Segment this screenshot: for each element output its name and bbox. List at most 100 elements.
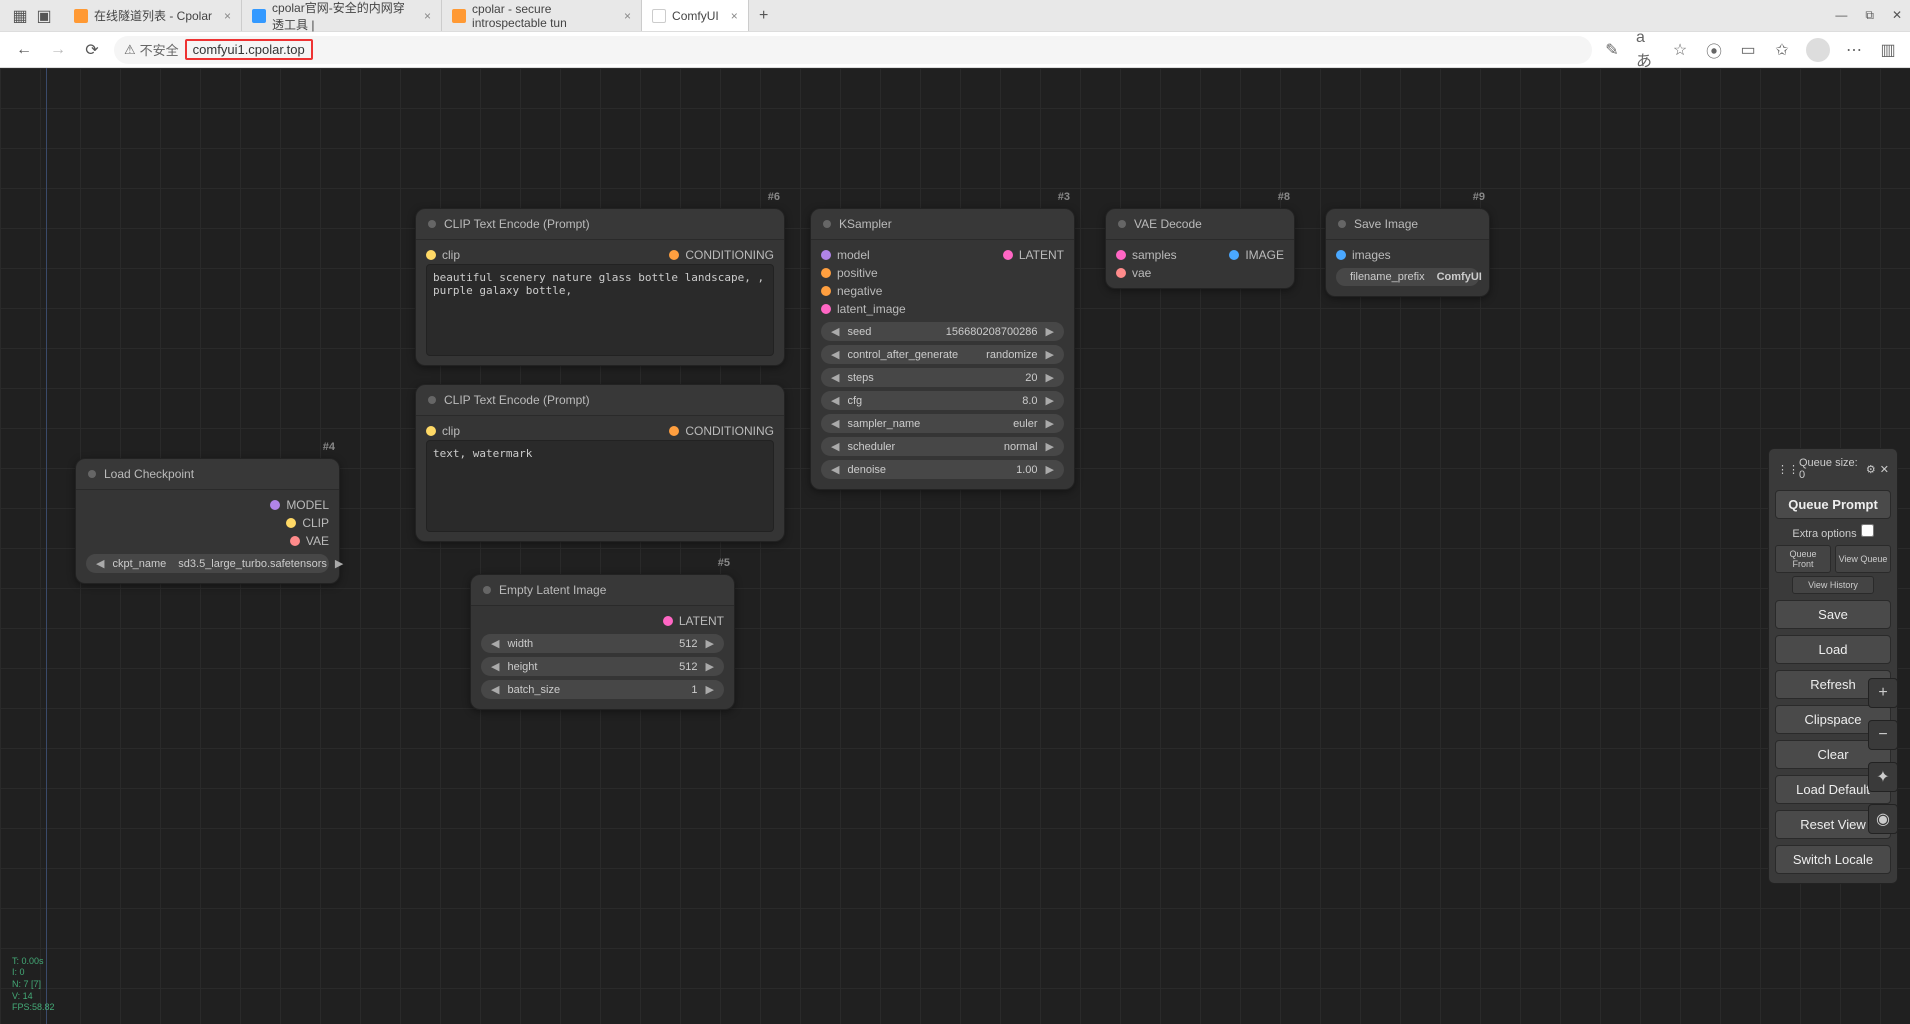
prompt-textarea[interactable] bbox=[426, 264, 774, 356]
eye-icon[interactable]: ◉ bbox=[1868, 804, 1898, 834]
queue-front-button[interactable]: Queue Front bbox=[1775, 545, 1831, 573]
node-vae-decode[interactable]: #8 VAE Decode samplesIMAGE vae bbox=[1105, 208, 1295, 289]
node-id: #9 bbox=[1473, 191, 1485, 203]
node-clip-negative[interactable]: CLIP Text Encode (Prompt) clip CONDITIONI… bbox=[415, 384, 785, 542]
tab-0[interactable]: 在线隧道列表 - Cpolar × bbox=[64, 0, 242, 31]
close-panel-icon[interactable]: ✕ bbox=[1880, 463, 1889, 476]
switch-locale-button[interactable]: Switch Locale bbox=[1775, 845, 1891, 874]
sidebar-toggle-icon[interactable]: ▣ bbox=[32, 4, 56, 28]
app-menu-icon[interactable]: ▦ bbox=[8, 4, 32, 28]
url-input[interactable]: ⚠ 不安全 comfyui1.cpolar.top bbox=[114, 36, 1592, 64]
node-title: CLIP Text Encode (Prompt) bbox=[444, 393, 590, 407]
close-window-icon[interactable]: ✕ bbox=[1892, 8, 1902, 23]
gear-icon[interactable]: ⚙ bbox=[1866, 463, 1876, 476]
tab-3[interactable]: ComfyUI× bbox=[642, 0, 749, 31]
load-button[interactable]: Load bbox=[1775, 635, 1891, 664]
back-icon[interactable]: ← bbox=[12, 38, 36, 62]
port-clip-in[interactable]: clip bbox=[426, 424, 460, 438]
node-clip-positive[interactable]: #6 CLIP Text Encode (Prompt) clipCONDITI… bbox=[415, 208, 785, 366]
widget-denoise[interactable]: ◀denoise1.00▶ bbox=[821, 460, 1064, 479]
port-images-in[interactable]: images bbox=[1336, 248, 1391, 262]
port-vae[interactable]: VAE bbox=[290, 534, 329, 548]
queue-size-label: Queue size: 0 bbox=[1799, 457, 1866, 481]
node-title: Load Checkpoint bbox=[104, 467, 194, 481]
node-ksampler[interactable]: #3 KSampler modelLATENT positive negativ… bbox=[810, 208, 1075, 490]
edit-icon[interactable]: ✎ bbox=[1602, 40, 1622, 60]
port-conditioning-out[interactable]: CONDITIONING bbox=[669, 424, 774, 438]
extra-options-checkbox[interactable] bbox=[1861, 524, 1874, 537]
browser-titlebar: ▦ ▣ 在线隧道列表 - Cpolar × cpolar官网-安全的内网穿透工具 … bbox=[0, 0, 1910, 32]
close-icon[interactable]: × bbox=[224, 9, 231, 23]
more-icon[interactable]: ⋯ bbox=[1844, 40, 1864, 60]
extensions-icon[interactable]: ⦿ bbox=[1704, 40, 1724, 60]
favorites-bar-icon[interactable]: ✩ bbox=[1772, 40, 1792, 60]
node-id: #3 bbox=[1058, 191, 1070, 203]
node-title: Empty Latent Image bbox=[499, 583, 606, 597]
widget-ckpt-name[interactable]: ◀ckpt_namesd3.5_large_turbo.safetensors▶ bbox=[86, 554, 329, 573]
comfyui-canvas[interactable]: #4 Load Checkpoint MODEL CLIP VAE ◀ckpt_… bbox=[0, 68, 1910, 1024]
profile-avatar[interactable] bbox=[1806, 38, 1830, 62]
node-save-image[interactable]: #9 Save Image images filename_prefixComf… bbox=[1325, 208, 1490, 297]
port-samples-in[interactable]: samples bbox=[1116, 248, 1177, 262]
widget-height[interactable]: ◀height512▶ bbox=[481, 657, 724, 676]
toolbar-icons: ✎ aあ ☆ ⦿ ▭ ✩ ⋯ ▥ bbox=[1602, 38, 1898, 62]
port-negative-in[interactable]: negative bbox=[821, 284, 882, 298]
node-id: #6 bbox=[768, 191, 780, 203]
zoom-in-icon[interactable]: + bbox=[1868, 678, 1898, 708]
port-conditioning-out[interactable]: CONDITIONING bbox=[669, 248, 774, 262]
tab-2[interactable]: cpolar - secure introspectable tun× bbox=[442, 0, 642, 31]
node-empty-latent[interactable]: #5 Empty Latent Image LATENT ◀width512▶ … bbox=[470, 574, 735, 710]
maximize-icon[interactable]: ⧉ bbox=[1865, 8, 1874, 23]
port-vae-in[interactable]: vae bbox=[1116, 266, 1151, 280]
node-id: #4 bbox=[323, 441, 335, 453]
port-positive-in[interactable]: positive bbox=[821, 266, 878, 280]
collections-icon[interactable]: ▭ bbox=[1738, 40, 1758, 60]
port-latent-image-in[interactable]: latent_image bbox=[821, 302, 906, 316]
widget-batch-size[interactable]: ◀batch_size1▶ bbox=[481, 680, 724, 699]
port-model-in[interactable]: model bbox=[821, 248, 870, 262]
widget-control-after-generate[interactable]: ◀control_after_generaterandomize▶ bbox=[821, 345, 1064, 364]
tab-label: 在线隧道列表 - Cpolar bbox=[94, 7, 212, 24]
port-latent-out[interactable]: LATENT bbox=[663, 614, 724, 628]
reload-icon[interactable]: ⟳ bbox=[80, 38, 104, 62]
window-controls: — ⧉ ✕ bbox=[1835, 8, 1902, 23]
port-model[interactable]: MODEL bbox=[270, 498, 329, 512]
port-image-out[interactable]: IMAGE bbox=[1229, 248, 1284, 262]
new-tab-button[interactable]: + bbox=[749, 0, 779, 31]
port-clip-in[interactable]: clip bbox=[426, 248, 460, 262]
tab-label: cpolar官网-安全的内网穿透工具 | bbox=[272, 0, 412, 33]
guide-line bbox=[46, 68, 47, 1024]
translate-icon[interactable]: aあ bbox=[1636, 40, 1656, 60]
extra-options[interactable]: Extra options bbox=[1775, 522, 1891, 542]
close-icon[interactable]: × bbox=[624, 9, 631, 23]
widget-seed[interactable]: ◀seed156680208700286▶ bbox=[821, 322, 1064, 341]
port-clip[interactable]: CLIP bbox=[286, 516, 329, 530]
sidepanel-icon[interactable]: ▥ bbox=[1878, 40, 1898, 60]
insecure-warning: ⚠ 不安全 bbox=[124, 40, 179, 59]
locate-icon[interactable]: ✦ bbox=[1868, 762, 1898, 792]
minimize-icon[interactable]: — bbox=[1835, 8, 1847, 23]
queue-prompt-button[interactable]: Queue Prompt bbox=[1775, 490, 1891, 519]
forward-icon[interactable]: → bbox=[46, 38, 70, 62]
tab-strip: 在线隧道列表 - Cpolar × cpolar官网-安全的内网穿透工具 | × c… bbox=[64, 0, 1835, 31]
port-latent-out[interactable]: LATENT bbox=[1003, 248, 1064, 262]
close-icon[interactable]: × bbox=[424, 9, 431, 23]
view-history-button[interactable]: View History bbox=[1792, 576, 1873, 594]
widget-filename-prefix[interactable]: filename_prefixComfyUI bbox=[1336, 268, 1479, 286]
close-icon[interactable]: × bbox=[731, 9, 738, 23]
widget-steps[interactable]: ◀steps20▶ bbox=[821, 368, 1064, 387]
node-load-checkpoint[interactable]: #4 Load Checkpoint MODEL CLIP VAE ◀ckpt_… bbox=[75, 458, 340, 584]
favorite-icon[interactable]: ☆ bbox=[1670, 40, 1690, 60]
widget-scheduler[interactable]: ◀schedulernormal▶ bbox=[821, 437, 1064, 456]
widget-width[interactable]: ◀width512▶ bbox=[481, 634, 724, 653]
url-text: comfyui1.cpolar.top bbox=[185, 39, 313, 60]
drag-handle-icon[interactable]: ⋮⋮ bbox=[1777, 463, 1799, 476]
widget-sampler-name[interactable]: ◀sampler_nameeuler▶ bbox=[821, 414, 1064, 433]
view-queue-button[interactable]: View Queue bbox=[1835, 545, 1891, 573]
tab-1[interactable]: cpolar官网-安全的内网穿透工具 | × bbox=[242, 0, 442, 31]
zoom-out-icon[interactable]: − bbox=[1868, 720, 1898, 750]
prompt-textarea[interactable] bbox=[426, 440, 774, 532]
widget-cfg[interactable]: ◀cfg8.0▶ bbox=[821, 391, 1064, 410]
node-title: KSampler bbox=[839, 217, 892, 231]
save-button[interactable]: Save bbox=[1775, 600, 1891, 629]
